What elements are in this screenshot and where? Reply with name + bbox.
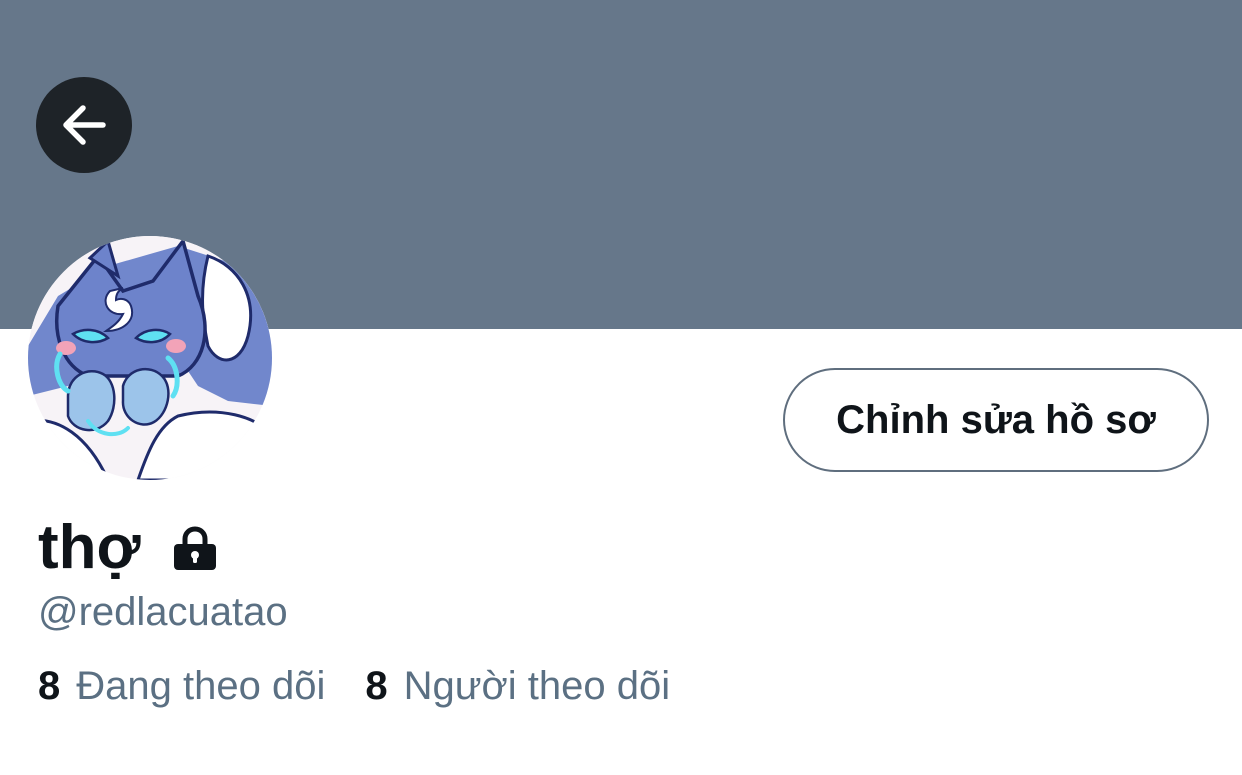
following-stat[interactable]: 8 Đang theo dõi	[38, 660, 325, 712]
avatar-image	[28, 236, 272, 480]
arrow-left-icon	[63, 105, 106, 145]
following-count: 8	[38, 664, 61, 708]
profile-handle: @redlacuatao	[38, 590, 288, 634]
followers-label: Người theo dõi	[403, 664, 671, 708]
following-label: Đang theo dõi	[76, 664, 326, 708]
name-row: thợ	[38, 512, 219, 584]
profile-page: Chỉnh sửa hồ sơ thợ @redlacuatao 8 Đang …	[0, 0, 1242, 775]
edit-profile-button[interactable]: Chỉnh sửa hồ sơ	[783, 368, 1209, 472]
lock-icon	[173, 526, 216, 570]
followers-stat[interactable]: 8 Người theo dõi	[365, 660, 670, 712]
followers-count: 8	[365, 664, 388, 708]
edit-profile-label: Chỉnh sửa hồ sơ	[836, 397, 1156, 442]
display-name: thợ	[38, 513, 141, 582]
avatar[interactable]	[28, 236, 272, 480]
back-button[interactable]	[36, 77, 132, 173]
follow-stats: 8 Đang theo dõi 8 Người theo dõi	[38, 660, 670, 712]
